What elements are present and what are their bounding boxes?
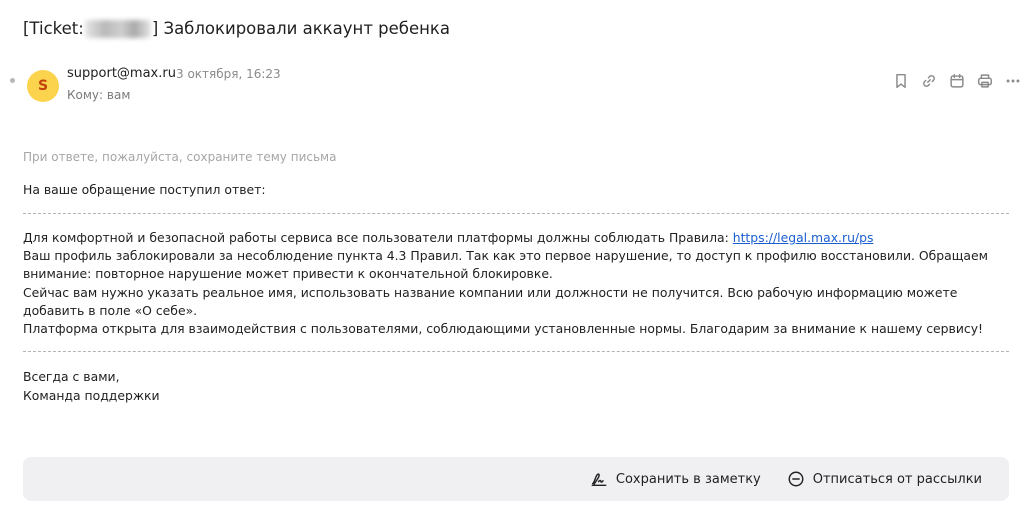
divider-top bbox=[23, 213, 1009, 214]
signature-line-2: Команда поддержки bbox=[23, 388, 160, 403]
message-body: Для комфортной и безопасной работы серви… bbox=[23, 229, 998, 338]
rules-text: Для комфортной и безопасной работы серви… bbox=[23, 230, 733, 245]
more-icon[interactable] bbox=[1003, 70, 1023, 92]
unsubscribe-button[interactable]: Отписаться от рассылки bbox=[787, 470, 982, 488]
name-paragraph: Сейчас вам нужно указать реальное имя, и… bbox=[23, 284, 958, 318]
recipient-line: Кому: вам bbox=[67, 88, 130, 102]
sender-address[interactable]: support@max.ru bbox=[67, 66, 176, 81]
save-note-button[interactable]: Сохранить в заметку bbox=[590, 470, 761, 488]
sender-avatar[interactable]: S bbox=[27, 70, 59, 102]
unsubscribe-icon bbox=[788, 471, 804, 487]
rules-link[interactable]: https://legal.max.ru/ps bbox=[733, 230, 874, 245]
divider-bottom bbox=[23, 351, 1009, 352]
redacted-ticket-number bbox=[84, 19, 151, 38]
unread-dot-icon[interactable] bbox=[10, 78, 15, 83]
print-icon[interactable] bbox=[975, 70, 995, 92]
bookmark-icon[interactable] bbox=[891, 70, 911, 92]
link-icon[interactable] bbox=[919, 70, 939, 92]
email-subject: [Ticket: ] Заблокировали аккаунт ребенка bbox=[23, 19, 450, 38]
recipient-label: Кому: bbox=[67, 88, 104, 102]
subject-prefix: [Ticket: bbox=[23, 19, 84, 38]
intro-text: На ваше обращение поступил ответ: bbox=[23, 182, 266, 197]
unsubscribe-label: Отписаться от рассылки bbox=[812, 471, 982, 487]
footer-bar: Сохранить в заметку Отписаться от рассыл… bbox=[23, 457, 1009, 501]
signature-line-1: Всегда с вами, bbox=[23, 369, 120, 384]
calendar-icon[interactable] bbox=[947, 70, 967, 92]
subject-text: ] Заблокировали аккаунт ребенка bbox=[151, 19, 450, 38]
save-note-icon bbox=[591, 473, 607, 487]
email-toolbar bbox=[891, 70, 1023, 92]
email-date: 3 октября, 16:23 bbox=[176, 67, 281, 81]
avatar-letter: S bbox=[37, 78, 49, 94]
signature: Всегда с вами, Команда поддержки bbox=[23, 367, 160, 405]
block-paragraph: Ваш профиль заблокировали за несоблюдени… bbox=[23, 248, 988, 282]
reply-hint: При ответе, пожалуйста, сохраните тему п… bbox=[23, 150, 337, 164]
rules-paragraph: Для комфортной и безопасной работы серви… bbox=[23, 229, 998, 247]
platform-paragraph: Платформа открыта для взаимодействия с п… bbox=[23, 321, 984, 337]
recipient-value[interactable]: вам bbox=[107, 88, 130, 102]
save-note-label: Сохранить в заметку bbox=[615, 471, 761, 487]
